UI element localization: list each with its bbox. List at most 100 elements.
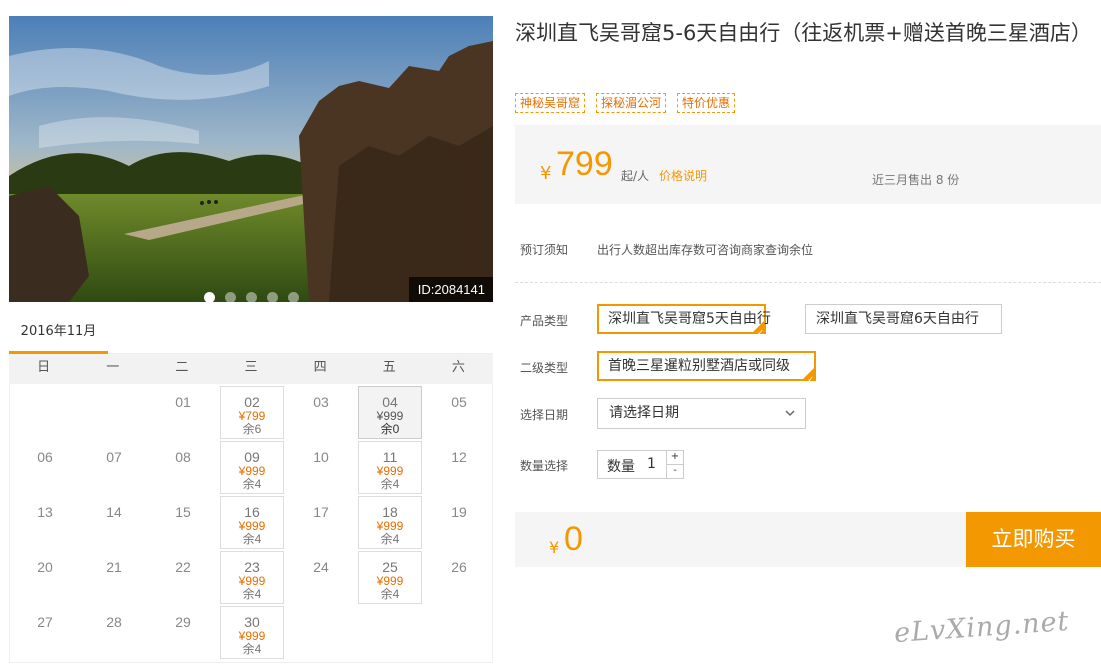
- calendar-day[interactable]: 30 ¥999 余4: [220, 606, 284, 659]
- carousel-dot[interactable]: [204, 292, 215, 302]
- calendar-day: 15: [151, 496, 215, 549]
- calendar-day: 27: [13, 606, 77, 659]
- calendar-day[interactable]: 16 ¥999 余4: [220, 496, 284, 549]
- carousel-dot[interactable]: [288, 292, 299, 302]
- qty-value[interactable]: 1: [647, 456, 656, 472]
- divider: [515, 282, 1101, 283]
- calendar-day[interactable]: 09 ¥999 余4: [220, 441, 284, 494]
- calendar-weekdays: 日一二三四五六: [9, 354, 493, 384]
- calendar-day: 14: [82, 496, 146, 549]
- total-amount: 0: [564, 520, 583, 558]
- price-note-link[interactable]: 价格说明: [659, 167, 707, 184]
- price-panel: ¥ 799 起/人 价格说明 近三月售出 8 份: [515, 125, 1101, 204]
- calendar-day: 20: [13, 551, 77, 604]
- day-number: 30: [244, 614, 260, 630]
- price-amount: 799: [556, 145, 613, 183]
- day-remaining: 余4: [242, 587, 262, 601]
- price-unit: 起/人: [621, 169, 650, 183]
- calendar-day: 10: [289, 441, 353, 494]
- tag-item: 探秘湄公河: [596, 93, 667, 113]
- angkor-wat-photo: [9, 16, 493, 302]
- day-remaining: 余4: [242, 532, 262, 546]
- carousel-dots: [204, 292, 299, 302]
- day-number: 28: [106, 614, 122, 630]
- carousel-dot[interactable]: [246, 292, 257, 302]
- chevron-down-icon: [785, 410, 795, 417]
- calendar-header: 2016年11月: [9, 312, 493, 354]
- weekday-label: 四: [313, 360, 327, 375]
- weekday-label: 五: [382, 360, 396, 375]
- day-number: 26: [451, 559, 467, 575]
- carousel-dot[interactable]: [225, 292, 236, 302]
- total-currency: ¥: [549, 538, 560, 557]
- product-id-badge: ID:2084141: [408, 277, 493, 302]
- buy-now-button[interactable]: 立即购买: [966, 512, 1101, 567]
- calendar-day: 28: [82, 606, 146, 659]
- day-number: 23: [244, 559, 260, 575]
- day-number: 22: [175, 559, 191, 575]
- weekday-label: 三: [244, 360, 258, 375]
- day-number: 20: [37, 559, 53, 575]
- qty-increase-button[interactable]: +: [666, 451, 683, 465]
- sub-type-label: 二级类型: [520, 361, 569, 375]
- calendar-day: 12: [427, 441, 491, 494]
- calendar-day[interactable]: 23 ¥999 余4: [220, 551, 284, 604]
- day-remaining: 余6: [242, 422, 262, 436]
- quantity-stepper: 数量 1 + -: [597, 450, 684, 479]
- day-number: 29: [175, 614, 191, 630]
- day-remaining: 余4: [242, 642, 262, 656]
- qty-label: 数量选择: [520, 459, 569, 473]
- day-number: 18: [382, 504, 398, 520]
- date-label: 选择日期: [520, 408, 569, 422]
- calendar-day: 13: [13, 496, 77, 549]
- calendar-day: 24: [289, 551, 353, 604]
- product-type-option[interactable]: 深圳直飞吴哥窟5天自由行: [597, 304, 771, 340]
- day-remaining: 余0: [380, 422, 400, 436]
- calendar-day[interactable]: 02 ¥799 余6: [220, 386, 284, 439]
- weekday-label: 六: [451, 360, 465, 375]
- calendar-day[interactable]: 11 ¥999 余4: [358, 441, 422, 494]
- day-number: 12: [451, 449, 467, 465]
- sub-type-option[interactable]: 首晚三星暹粒别墅酒店或同级: [597, 351, 816, 387]
- day-number: 03: [313, 394, 329, 410]
- option-label: 深圳直飞吴哥窟6天自由行: [816, 311, 979, 327]
- calendar-day[interactable]: 04 ¥999 余0: [358, 386, 422, 439]
- day-number: 10: [313, 449, 329, 465]
- calendar-day[interactable]: 18 ¥999 余4: [358, 496, 422, 549]
- date-select[interactable]: 请选择日期: [597, 398, 806, 429]
- day-remaining: 余4: [380, 477, 400, 491]
- day-number: 07: [106, 449, 122, 465]
- day-remaining: 余4: [380, 532, 400, 546]
- tag-item: 神秘吴哥窟: [515, 93, 586, 113]
- product-type-option[interactable]: 深圳直飞吴哥窟6天自由行: [805, 304, 1002, 334]
- product-title: 深圳直飞吴哥窟5-6天自由行（往返机票+赠送首晚三星酒店）: [515, 21, 1092, 45]
- day-number: 27: [37, 614, 53, 630]
- sold-count: 近三月售出 8 份: [872, 173, 960, 187]
- day-number: 19: [451, 504, 467, 520]
- day-remaining: 余4: [380, 587, 400, 601]
- calendar-day: 06: [13, 441, 77, 494]
- day-number: 16: [244, 504, 260, 520]
- calendar-day: 03: [289, 386, 353, 439]
- calendar-day: 21: [82, 551, 146, 604]
- option-label: 深圳直飞吴哥窟5天自由行: [608, 311, 771, 327]
- calendar-day: 07: [82, 441, 146, 494]
- hero-image[interactable]: ID:2084141: [9, 16, 493, 302]
- day-number: 15: [175, 504, 191, 520]
- calendar-month-tab[interactable]: 2016年11月: [9, 312, 108, 354]
- day-number: 04: [382, 394, 398, 410]
- calendar-day: 05: [427, 386, 491, 439]
- qty-decrease-button[interactable]: -: [666, 465, 683, 478]
- product-type-label: 产品类型: [520, 314, 569, 328]
- calendar-day[interactable]: 25 ¥999 余4: [358, 551, 422, 604]
- day-number: 13: [37, 504, 53, 520]
- day-number: 17: [313, 504, 329, 520]
- date-select-value: 请选择日期: [609, 405, 679, 421]
- calendar-day: 29: [151, 606, 215, 659]
- day-number: 25: [382, 559, 398, 575]
- weekday-label: 一: [106, 360, 120, 375]
- notice-label: 预订须知: [520, 243, 569, 257]
- carousel-dot[interactable]: [267, 292, 278, 302]
- tag-item: 特价优惠: [677, 93, 736, 113]
- notice-text: 出行人数超出库存数可咨询商家查询余位: [597, 243, 814, 257]
